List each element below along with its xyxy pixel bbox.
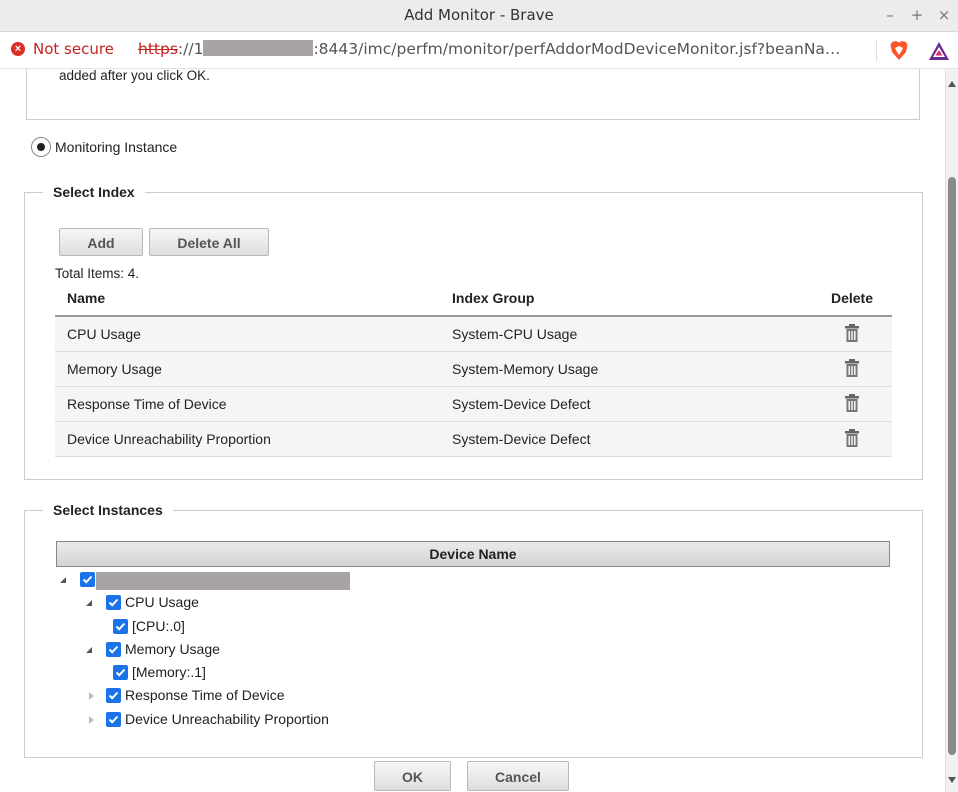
- tree-label: Device Unreachability Proportion: [125, 711, 329, 727]
- tree-label: Memory Usage: [125, 641, 220, 657]
- checkbox-checked[interactable]: [80, 572, 95, 587]
- checkbox-checked[interactable]: [106, 595, 121, 610]
- radio-dot: [37, 143, 45, 151]
- column-delete: Delete: [812, 281, 892, 317]
- window-titlebar: Add Monitor - Brave – + ×: [0, 0, 958, 32]
- url-text[interactable]: https://1 :8443/imc/perfm/monitor/perfAdd…: [138, 40, 840, 58]
- table-header-row: Name Index Group Delete: [55, 281, 892, 317]
- scroll-up-icon[interactable]: [948, 81, 956, 87]
- vertical-scrollbar[interactable]: [945, 69, 958, 792]
- cancel-button[interactable]: Cancel: [467, 761, 569, 791]
- column-name: Name: [55, 281, 452, 317]
- row-delete-cell: [812, 351, 892, 387]
- table-row: Response Time of Device System-Device De…: [55, 386, 892, 422]
- warning-icon[interactable]: ×: [11, 42, 25, 56]
- row-name: Response Time of Device: [55, 386, 452, 422]
- tree-label: [Memory:.1]: [132, 664, 206, 680]
- close-icon[interactable]: ×: [935, 6, 953, 24]
- row-name: Device Unreachability Proportion: [55, 421, 452, 457]
- row-delete-cell: [812, 316, 892, 352]
- row-delete-cell: [812, 421, 892, 457]
- delete-all-button[interactable]: Delete All: [149, 228, 269, 256]
- monitoring-instance-radio[interactable]: [31, 137, 51, 157]
- divider: [876, 41, 877, 61]
- collapse-icon[interactable]: [86, 600, 92, 606]
- select-index-legend: Select Index: [43, 184, 145, 200]
- expand-icon[interactable]: [89, 692, 94, 700]
- collapse-icon[interactable]: [60, 577, 66, 583]
- note-text: Please select devices and indexes as nee…: [59, 69, 210, 83]
- select-instances-legend: Select Instances: [43, 502, 173, 518]
- row-group: System-CPU Usage: [452, 316, 812, 352]
- monitoring-instance-label: Monitoring Instance: [55, 139, 178, 155]
- brave-shield-icon[interactable]: [889, 40, 909, 61]
- table-row: Device Unreachability Proportion System-…: [55, 421, 892, 457]
- ok-button[interactable]: OK: [374, 761, 451, 791]
- add-button[interactable]: Add: [59, 228, 143, 256]
- security-indicator[interactable]: Not secure: [33, 40, 114, 58]
- redacted-device-name: [96, 572, 350, 590]
- checkbox-checked[interactable]: [106, 712, 121, 727]
- scrollbar-thumb[interactable]: [948, 177, 956, 755]
- row-delete-cell: [812, 386, 892, 422]
- checkbox-checked[interactable]: [106, 642, 121, 657]
- note-panel: Please select devices and indexes as nee…: [26, 69, 920, 120]
- trash-icon[interactable]: [845, 428, 859, 447]
- checkbox-checked[interactable]: [113, 619, 128, 634]
- row-name: Memory Usage: [55, 351, 452, 387]
- checkbox-checked[interactable]: [113, 665, 128, 680]
- address-bar[interactable]: × Not secure https://1 :8443/imc/perfm/mo…: [0, 32, 958, 69]
- index-table: Name Index Group Delete CPU Usage System…: [55, 281, 892, 457]
- column-index-group: Index Group: [452, 281, 812, 317]
- total-items: Total Items: 4.: [55, 266, 140, 281]
- expand-icon[interactable]: [89, 716, 94, 724]
- row-group: System-Device Defect: [452, 386, 812, 422]
- table-row: Memory Usage System-Memory Usage: [55, 351, 892, 387]
- minimize-icon[interactable]: –: [881, 6, 899, 24]
- scroll-down-icon[interactable]: [948, 777, 956, 783]
- table-row: CPU Usage System-CPU Usage: [55, 316, 892, 352]
- collapse-icon[interactable]: [86, 647, 92, 653]
- dialog-content: Please select devices and indexes as nee…: [0, 69, 946, 792]
- brave-rewards-icon[interactable]: [928, 41, 950, 61]
- trash-icon[interactable]: [845, 358, 859, 377]
- row-group: System-Memory Usage: [452, 351, 812, 387]
- redacted-host: [203, 40, 314, 56]
- url-scheme: https: [138, 40, 178, 58]
- tree-label: Response Time of Device: [125, 687, 285, 703]
- url-prefix: ://1: [177, 40, 204, 58]
- trash-icon[interactable]: [845, 323, 859, 342]
- checkbox-checked[interactable]: [106, 688, 121, 703]
- trash-icon[interactable]: [845, 393, 859, 412]
- select-index-panel: Select Index Add Delete All Total Items:…: [24, 184, 923, 480]
- row-group: System-Device Defect: [452, 421, 812, 457]
- url-path: :8443/imc/perfm/monitor/perfAddorModDevi…: [313, 40, 841, 58]
- maximize-icon[interactable]: +: [908, 6, 926, 24]
- tree-label: [CPU:.0]: [132, 618, 185, 634]
- device-name-header[interactable]: Device Name: [56, 541, 890, 567]
- window-title: Add Monitor - Brave: [404, 6, 554, 24]
- row-name: CPU Usage: [55, 316, 452, 352]
- tree-label: CPU Usage: [125, 594, 199, 610]
